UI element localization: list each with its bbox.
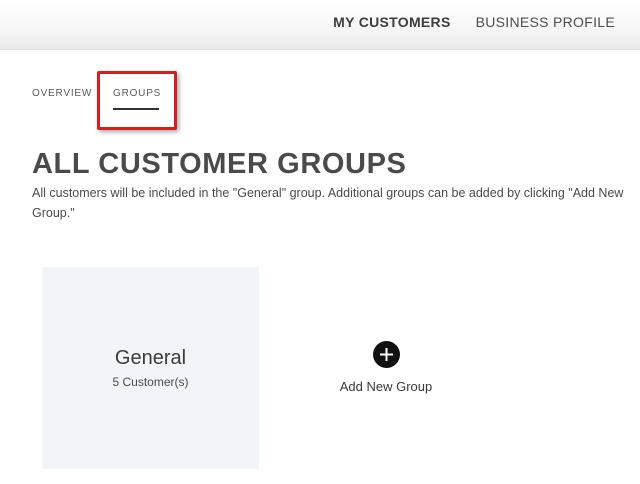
add-new-group-button[interactable]: Add New Group [330,340,442,400]
nav-business-profile[interactable]: BUSINESS PROFILE [476,14,615,30]
page-description: All customers will be included in the "G… [32,186,624,220]
page-title: ALL CUSTOMER GROUPS [32,148,407,180]
add-new-group-label: Add New Group [339,379,433,394]
plus-circle-icon[interactable] [373,341,400,368]
group-card-general[interactable]: General 5 Customer(s) [42,267,259,469]
group-customer-count: 5 Customer(s) [112,375,189,389]
tab-groups[interactable]: GROUPS [113,88,161,99]
group-name: General [114,347,187,369]
highlight-annotation-box [97,71,177,130]
top-nav: MY CUSTOMERS BUSINESS PROFILE [333,0,640,44]
tab-overview[interactable]: OVERVIEW [32,88,92,99]
top-header: MY CUSTOMERS BUSINESS PROFILE [0,0,640,50]
active-tab-underline [113,108,159,110]
nav-my-customers[interactable]: MY CUSTOMERS [333,14,450,30]
